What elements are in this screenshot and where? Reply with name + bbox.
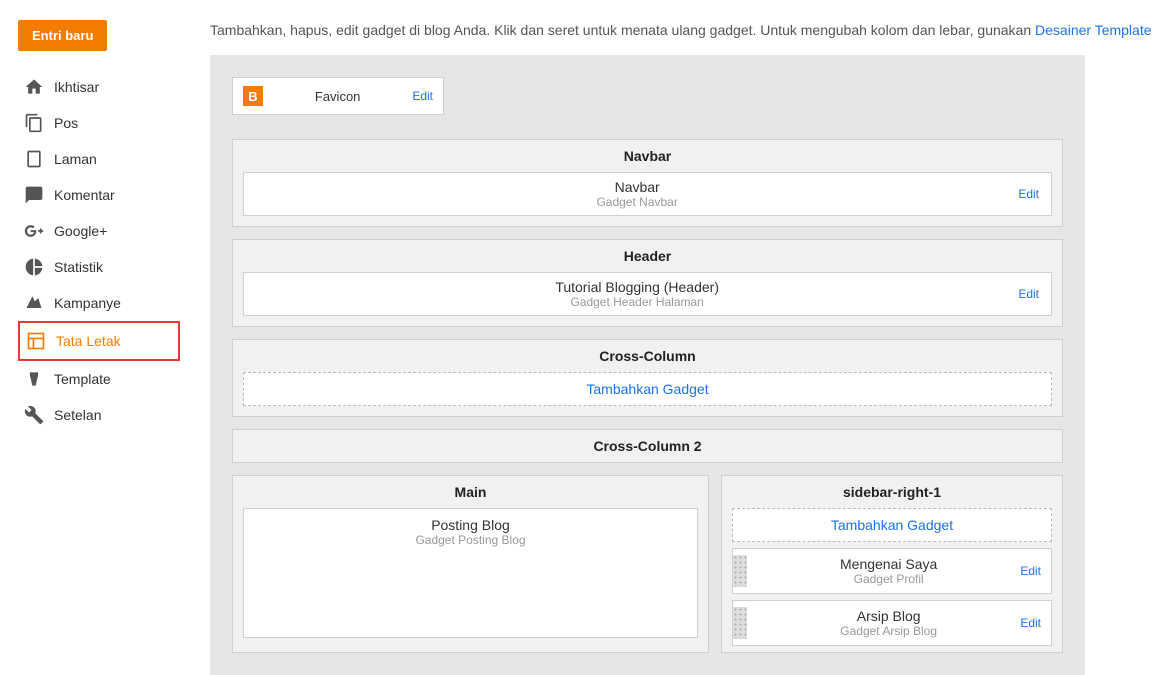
sidebar-item-label: Kampanye [54,295,121,311]
profile-edit-link[interactable]: Edit [1020,564,1041,578]
widget-title: Tutorial Blogging (Header) [256,279,1018,295]
drag-handle-icon[interactable] [733,607,747,639]
widget-title: Arsip Blog [757,608,1020,624]
home-icon [24,77,44,97]
sidebar-item-gplus[interactable]: Google+ [18,213,180,249]
sidebar-item-layout[interactable]: Tata Letak [18,321,180,361]
sidebar-item-label: Template [54,371,111,387]
posts-icon [24,113,44,133]
main-widget[interactable]: Posting Blog Gadget Posting Blog [243,508,698,638]
content-area: Tambahkan, hapus, edit gadget di blog An… [190,0,1164,675]
blogger-icon: B [243,86,263,106]
widget-title: Navbar [256,179,1018,195]
header-section: Header Tutorial Blogging (Header) Gadget… [232,239,1063,327]
pages-icon [24,149,44,169]
new-entry-button[interactable]: Entri baru [18,20,107,51]
sidebar-item-overview[interactable]: Ikhtisar [18,69,180,105]
drag-handle-icon[interactable] [733,555,747,587]
widget-subtitle: Gadget Arsip Blog [757,624,1020,638]
sidebar-item-comments[interactable]: Komentar [18,177,180,213]
sidebar-item-posts[interactable]: Pos [18,105,180,141]
gplus-icon [24,221,44,241]
widget-title: Mengenai Saya [757,556,1020,572]
sidebar-item-campaigns[interactable]: Kampanye [18,285,180,321]
layout-area: B Favicon Edit Navbar Navbar Gadget Navb… [210,55,1085,675]
widget-title: Posting Blog [252,517,689,533]
main-section: Main Posting Blog Gadget Posting Blog [232,475,709,653]
widget-subtitle: Gadget Profil [757,572,1020,586]
intro-text-body: Tambahkan, hapus, edit gadget di blog An… [210,22,1035,38]
widget-subtitle: Gadget Navbar [256,195,1018,209]
stats-icon [24,257,44,277]
sidebar-item-label: Laman [54,151,97,167]
sidebar-item-label: Ikhtisar [54,79,99,95]
widget-subtitle: Gadget Header Halaman [256,295,1018,309]
navbar-widget[interactable]: Navbar Gadget Navbar Edit [243,172,1052,216]
sidebar-item-label: Google+ [54,223,107,239]
settings-icon [24,405,44,425]
sidebar-item-label: Tata Letak [56,333,121,349]
cross-column2-section: Cross-Column 2 [232,429,1063,463]
navbar-edit-link[interactable]: Edit [1018,187,1039,201]
sidebar-item-label: Pos [54,115,78,131]
template-designer-link[interactable]: Desainer Template [1035,22,1151,38]
sidebar-right-header: sidebar-right-1 [722,476,1062,508]
navbar-section: Navbar Navbar Gadget Navbar Edit [232,139,1063,227]
header-widget[interactable]: Tutorial Blogging (Header) Gadget Header… [243,272,1052,316]
intro-text: Tambahkan, hapus, edit gadget di blog An… [210,20,1164,41]
add-gadget-link[interactable]: Tambahkan Gadget [586,381,708,397]
profile-widget[interactable]: Mengenai Saya Gadget Profil Edit [732,548,1052,594]
favicon-widget[interactable]: B Favicon Edit [232,77,444,115]
header-edit-link[interactable]: Edit [1018,287,1039,301]
sidebar-item-label: Komentar [54,187,115,203]
navbar-header: Navbar [233,140,1062,172]
main-header: Main [233,476,708,508]
sidebar-right-section: sidebar-right-1 Tambahkan Gadget Mengena… [721,475,1063,653]
sidebar-item-label: Statistik [54,259,103,275]
sidebar-add-gadget[interactable]: Tambahkan Gadget [732,508,1052,542]
template-icon [24,369,44,389]
add-gadget-link[interactable]: Tambahkan Gadget [831,517,953,533]
layout-icon [26,331,46,351]
sidebar-item-pages[interactable]: Laman [18,141,180,177]
archive-edit-link[interactable]: Edit [1020,616,1041,630]
comments-icon [24,185,44,205]
sidebar: Entri baru Ikhtisar Pos Laman Komentar G… [0,0,190,675]
cross-column2-header: Cross-Column 2 [233,430,1062,462]
favicon-edit-link[interactable]: Edit [412,89,433,103]
sidebar-item-settings[interactable]: Setelan [18,397,180,433]
sidebar-item-stats[interactable]: Statistik [18,249,180,285]
campaign-icon [24,293,44,313]
archive-widget[interactable]: Arsip Blog Gadget Arsip Blog Edit [732,600,1052,646]
sidebar-item-template[interactable]: Template [18,361,180,397]
cross-column-section: Cross-Column Tambahkan Gadget [232,339,1063,417]
favicon-title: Favicon [273,89,402,104]
sidebar-item-label: Setelan [54,407,101,423]
widget-subtitle: Gadget Posting Blog [252,533,689,547]
cross-add-gadget[interactable]: Tambahkan Gadget [243,372,1052,406]
header-header: Header [233,240,1062,272]
cross-column-header: Cross-Column [233,340,1062,372]
